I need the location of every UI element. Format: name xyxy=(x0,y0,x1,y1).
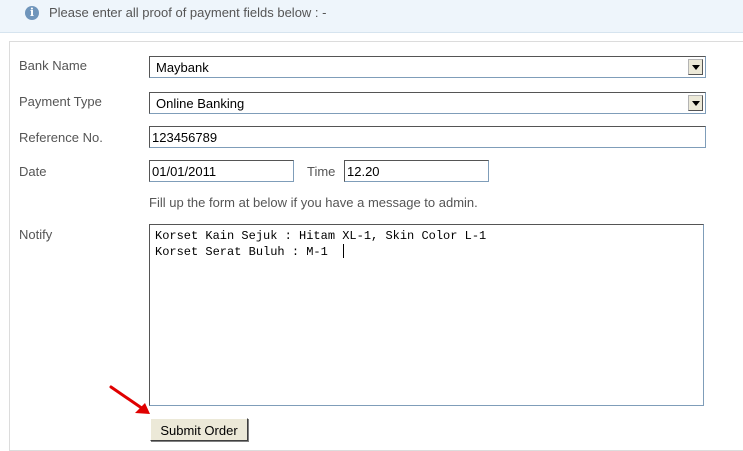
date-input[interactable]: 01/01/2011 xyxy=(149,160,294,182)
red-arrow-annotation xyxy=(109,385,150,414)
notify-label: Notify xyxy=(19,227,53,242)
notify-textarea[interactable]: Korset Kain Sejuk : Hitam XL-1, Skin Col… xyxy=(149,224,704,406)
time-value: 12.20 xyxy=(347,164,380,179)
date-value: 01/01/2011 xyxy=(152,164,217,179)
time-label: Time xyxy=(307,164,336,179)
info-notice-bar: i Please enter all proof of payment fiel… xyxy=(0,0,743,33)
bank-name-label: Bank Name xyxy=(19,58,87,73)
payment-type-value: Online Banking xyxy=(156,96,245,111)
chevron-down-icon[interactable] xyxy=(688,95,703,111)
bank-name-select[interactable]: Maybank xyxy=(149,56,706,78)
text-caret xyxy=(343,244,344,258)
notify-line-1: Korset Kain Sejuk : Hitam XL-1, Skin Col… xyxy=(155,229,487,243)
date-label: Date xyxy=(19,164,47,179)
submit-order-button[interactable]: Submit Order xyxy=(150,418,248,441)
reference-no-value: 123456789 xyxy=(152,130,218,145)
notify-hint-text: Fill up the form at below if you have a … xyxy=(149,195,478,210)
bank-name-value: Maybank xyxy=(156,60,209,75)
payment-type-select[interactable]: Online Banking xyxy=(149,92,706,114)
reference-no-input[interactable]: 123456789 xyxy=(149,126,706,148)
chevron-down-icon[interactable] xyxy=(688,59,703,75)
payment-type-label: Payment Type xyxy=(19,94,102,109)
time-input[interactable]: 12.20 xyxy=(344,160,489,182)
info-icon: i xyxy=(25,6,39,20)
notify-line-2: Korset Serat Buluh : M-1 xyxy=(155,245,328,259)
info-notice-text: Please enter all proof of payment fields… xyxy=(49,5,327,20)
reference-no-label: Reference No. xyxy=(19,130,103,145)
